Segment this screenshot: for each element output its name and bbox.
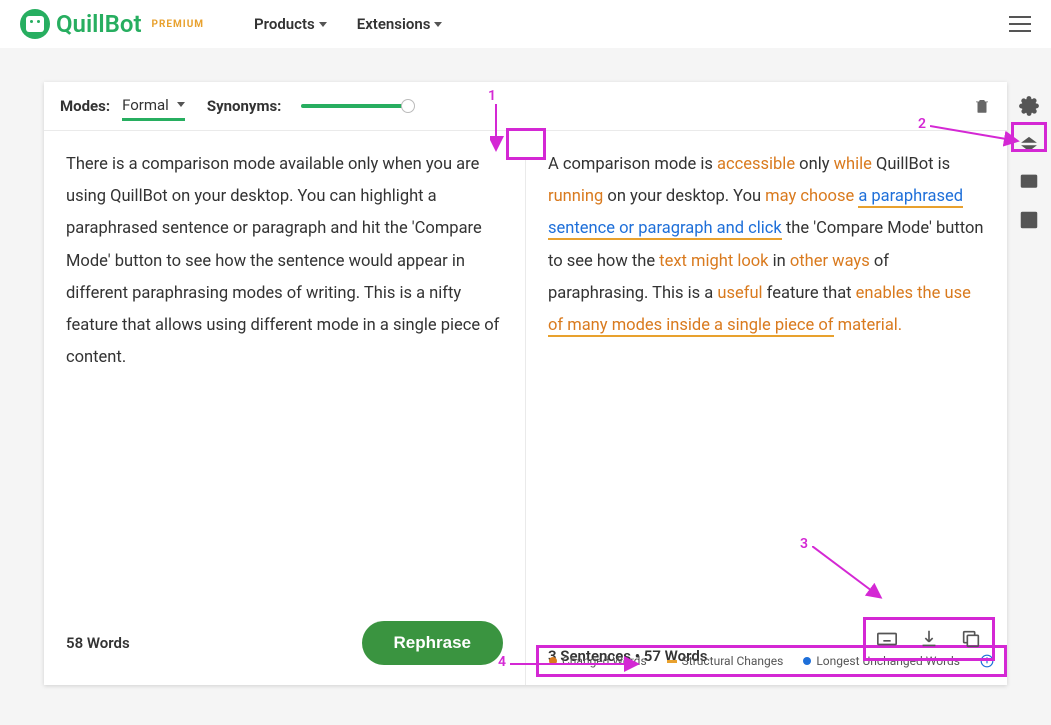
synonyms-slider[interactable] <box>301 104 411 108</box>
panes: There is a comparison mode available onl… <box>44 130 1007 685</box>
mode-select[interactable]: Formal <box>122 92 185 121</box>
output-pane: A comparison mode is accessible only whi… <box>526 131 1007 685</box>
input-footer: 58 Words Rephrase <box>66 607 503 667</box>
nav-extensions-label: Extensions <box>357 15 431 33</box>
input-pane: There is a comparison mode available onl… <box>44 131 526 685</box>
legend-structural: Structural Changes <box>667 654 784 668</box>
main-area: Modes: Formal Synonyms: There is a compa… <box>44 82 1007 685</box>
legend-changed-label: Changed Words <box>562 654 647 668</box>
feedback-icon[interactable] <box>1017 170 1041 194</box>
chevron-down-icon <box>319 22 327 27</box>
chevron-down-icon <box>177 102 185 107</box>
settings-icon[interactable] <box>1017 94 1041 118</box>
menu-icon[interactable] <box>1009 16 1031 32</box>
right-rail <box>1007 90 1051 232</box>
legend-structural-label: Structural Changes <box>682 654 784 668</box>
rephrase-button[interactable]: Rephrase <box>362 621 503 665</box>
dot-blue-icon <box>803 657 811 665</box>
stats-icon[interactable] <box>1017 208 1041 232</box>
download-icon[interactable] <box>918 628 940 650</box>
nav-extensions[interactable]: Extensions <box>357 15 443 33</box>
trash-icon[interactable] <box>973 96 991 116</box>
synonyms-label: Synonyms: <box>207 97 282 115</box>
dot-orange-icon <box>549 657 557 665</box>
annotation-2-highlight <box>1011 122 1047 152</box>
copy-icon[interactable] <box>960 628 982 650</box>
logo[interactable]: QuillBot PREMIUM <box>20 9 204 39</box>
nav: Products Extensions <box>254 15 442 33</box>
toolbar: Modes: Formal Synonyms: <box>44 82 1007 130</box>
mode-selected: Formal <box>122 96 169 114</box>
bar-yellow-icon <box>667 660 677 663</box>
chevron-down-icon <box>434 22 442 27</box>
word-count-left: 58 Words <box>66 634 130 652</box>
editor-panel: Modes: Formal Synonyms: There is a compa… <box>44 82 1007 685</box>
brand-name: QuillBot <box>56 10 142 38</box>
input-text[interactable]: There is a comparison mode available onl… <box>66 149 503 607</box>
slider-thumb[interactable] <box>401 99 415 113</box>
nav-products[interactable]: Products <box>254 15 327 33</box>
app-header: QuillBot PREMIUM Products Extensions <box>0 0 1051 48</box>
output-text[interactable]: A comparison mode is accessible only whi… <box>548 149 985 633</box>
keyboard-icon[interactable] <box>876 628 898 650</box>
nav-products-label: Products <box>254 15 315 33</box>
premium-badge: PREMIUM <box>152 19 205 30</box>
output-actions <box>863 617 995 661</box>
legend-changed: Changed Words <box>549 654 647 668</box>
freeze-words-button[interactable] <box>506 128 546 160</box>
modes-label: Modes: <box>60 97 110 115</box>
logo-icon <box>20 9 50 39</box>
